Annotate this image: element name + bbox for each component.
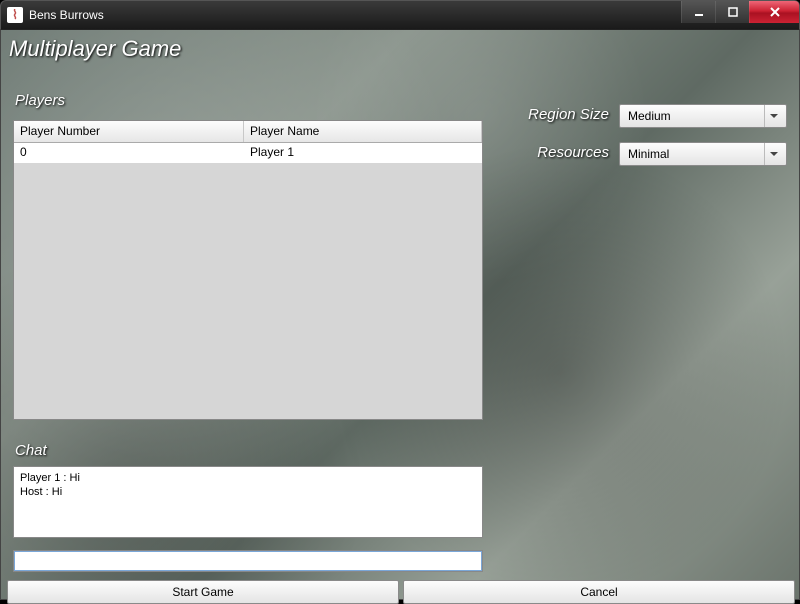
col-header-number[interactable]: Player Number [14,121,244,142]
chat-input[interactable] [13,550,483,572]
chat-message: Host : Hi [20,485,476,499]
region-size-label: Region Size [513,106,609,123]
cancel-button[interactable]: Cancel [403,580,795,604]
close-button[interactable] [749,1,799,23]
minimize-button[interactable] [681,1,715,23]
region-size-select[interactable]: Medium [619,104,787,128]
table-row[interactable]: 0 Player 1 [14,143,482,163]
resources-value: Minimal [628,147,669,161]
chat-group-label: Chat [15,442,47,459]
resources-label: Resources [513,144,609,161]
start-game-button[interactable]: Start Game [7,580,399,604]
players-table-header: Player Number Player Name [14,121,482,143]
players-table: Player Number Player Name 0 Player 1 [13,120,483,420]
resources-select[interactable]: Minimal [619,142,787,166]
region-size-value: Medium [628,109,671,123]
maximize-button[interactable] [715,1,749,23]
client-area: Multiplayer Game Players Player Number P… [0,30,800,600]
col-header-name[interactable]: Player Name [244,121,482,142]
chat-message: Player 1 : Hi [20,471,476,485]
cell-player-name: Player 1 [244,143,482,163]
players-group-label: Players [15,92,65,109]
java-icon [7,7,23,23]
chevron-down-icon [764,143,782,165]
chat-log: Player 1 : Hi Host : Hi [13,466,483,538]
page-title: Multiplayer Game [1,30,799,64]
window-title: Bens Burrows [29,8,104,22]
cell-player-number: 0 [14,143,244,163]
window-titlebar: Bens Burrows [0,0,800,30]
chevron-down-icon [764,105,782,127]
